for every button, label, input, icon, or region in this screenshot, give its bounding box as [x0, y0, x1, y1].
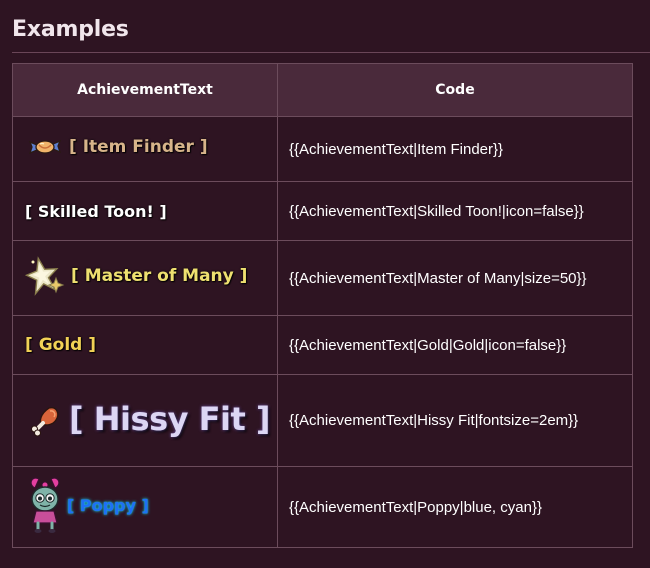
achievement-label: [ Poppy ] [67, 495, 149, 515]
code-cell: {{AchievementText|Skilled Toon!|icon=fal… [277, 181, 633, 241]
achievement-cell: [ Poppy ] [12, 466, 278, 548]
table-row: [ Poppy ] {{AchievementText|Poppy|blue, … [12, 466, 633, 548]
achievement-cell: [ Hissy Fit ] [12, 374, 278, 467]
achievement-label: [ Gold ] [25, 335, 97, 355]
poppy-doll-icon [25, 475, 65, 535]
code-cell: {{AchievementText|Hissy Fit|fontsize=2em… [277, 374, 633, 467]
achievement-gold: [ Gold ] [25, 335, 96, 355]
code-cell: {{AchievementText|Master of Many|size=50… [277, 240, 633, 316]
achievement-hissy-fit: [ Hissy Fit ] [25, 399, 271, 438]
heading-divider [12, 52, 650, 53]
achievement-item-finder: [ Item Finder ] [25, 135, 208, 159]
achievement-label: [ Item Finder ] [69, 137, 208, 157]
code-cell: {{AchievementText|Item Finder}} [277, 116, 633, 182]
code-cell: {{AchievementText|Gold|Gold|icon=false}} [277, 315, 633, 375]
achievement-master-of-many: [ Master of Many ] [24, 254, 248, 298]
table-header-row: AchievementText Code [12, 63, 633, 117]
achievement-label: [ Master of Many ] [71, 266, 248, 286]
table-row: [ Hissy Fit ] {{AchievementText|Hissy Fi… [12, 374, 633, 467]
achievement-cell: [ Item Finder ] [12, 116, 278, 182]
examples-table: AchievementText Code [ Item Finder] {{A… [12, 63, 633, 548]
achievement-poppy: [ Poppy ] [25, 475, 149, 535]
candy-icon [27, 135, 63, 159]
sparkle-star-icon [24, 254, 65, 298]
table-row: [ Skilled Toon! ] {{AchievementText|Skil… [12, 181, 633, 241]
table-row: [ Item Finder ] {{AchievementText|Item F… [12, 116, 633, 182]
achievement-label: [ Skilled Toon! ] [25, 201, 167, 221]
column-header-achievement: AchievementText [12, 63, 278, 117]
achievement-cell: [ Skilled Toon! ] [12, 181, 278, 241]
drumstick-icon [29, 400, 63, 438]
achievement-skilled-toon: [ Skilled Toon! ] [25, 202, 167, 221]
achievement-cell: [ Master of Many ] [12, 240, 278, 316]
column-header-code: Code [277, 63, 633, 117]
achievement-cell: [ Gold ] [12, 315, 278, 375]
table-row: [ Master of Many ] {{AchievementText|Mas… [12, 240, 633, 316]
section-heading: Examples [12, 17, 129, 42]
table-row: [ Gold ] {{AchievementText|Gold|Gold|ico… [12, 315, 633, 375]
achievement-label: [ Hissy Fit ] [69, 399, 271, 438]
code-cell: {{AchievementText|Poppy|blue, cyan}} [277, 466, 633, 548]
